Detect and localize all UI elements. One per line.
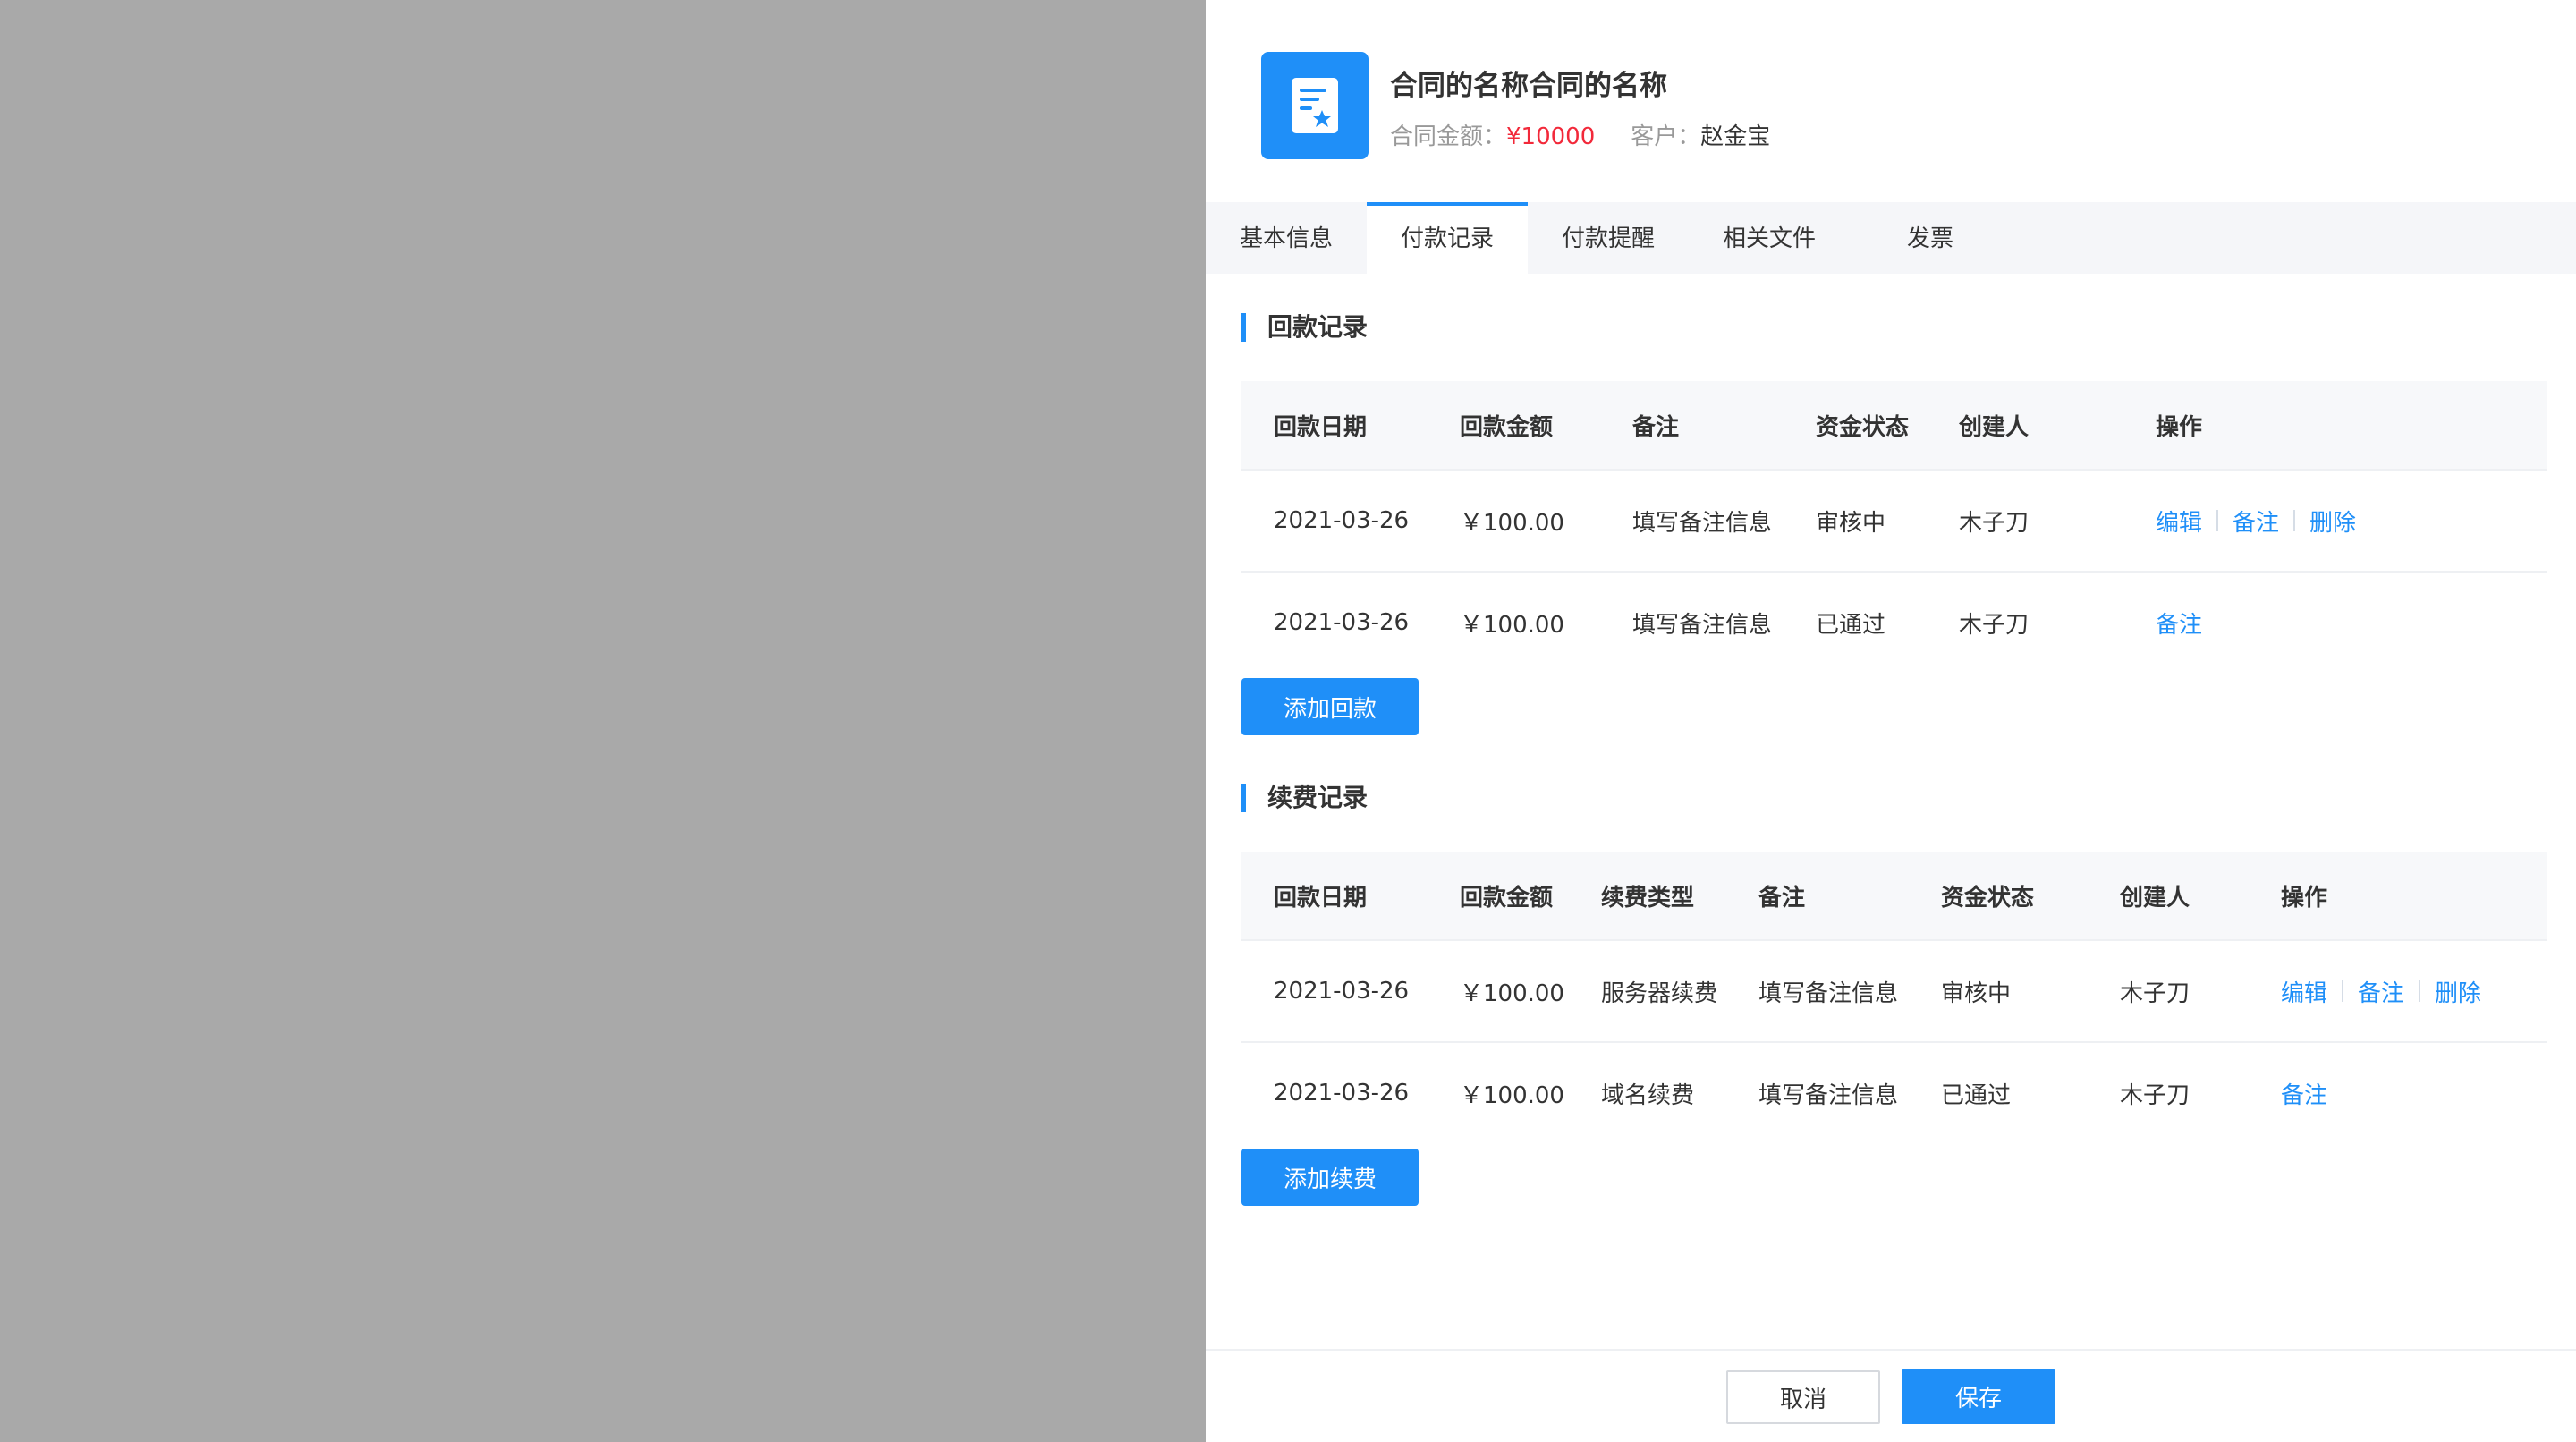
renewal-section-title: 续费记录 xyxy=(1241,784,1368,812)
table-header: 回款日期 回款金额 备注 资金状态 创建人 操作 xyxy=(1241,381,2547,469)
creator-cell: 木子刀 xyxy=(2120,980,2190,1007)
note-link[interactable]: 备注 xyxy=(2358,975,2404,1008)
table-row: 2021-03-26 ￥100.00 填写备注信息 审核中 木子刀 编辑 备注 删除 xyxy=(1241,469,2547,571)
add-payment-button[interactable]: 添加回款 xyxy=(1241,678,1419,735)
column-header: 回款金额 xyxy=(1460,884,1554,912)
note-cell: 填写备注信息 xyxy=(1758,980,1899,1007)
table-row: 2021-03-26 ￥100.00 填写备注信息 已通过 木子刀 备注 xyxy=(1241,571,2547,673)
tab-payment-reminders[interactable]: 付款提醒 xyxy=(1528,202,1689,274)
payment-section-title: 回款记录 xyxy=(1241,313,1368,342)
divider xyxy=(2293,510,2296,531)
contract-document-icon xyxy=(1261,52,1368,159)
note-link[interactable]: 备注 xyxy=(2233,505,2279,538)
amount-label: 合同金额： xyxy=(1390,123,1507,150)
note-link[interactable]: 备注 xyxy=(2281,1077,2327,1110)
type-cell: 服务器续费 xyxy=(1601,980,1718,1007)
status-cell: 审核中 xyxy=(1816,509,1886,537)
renewal-table: 回款日期 回款金额 续费类型 备注 资金状态 创建人 操作 2021-03-26… xyxy=(1241,852,2547,1143)
type-cell: 域名续费 xyxy=(1601,1082,1695,1109)
actions-cell: 备注 xyxy=(2281,1043,2327,1143)
column-header: 回款金额 xyxy=(1460,413,1554,441)
tab-invoice[interactable]: 发票 xyxy=(1850,202,2011,274)
column-header: 备注 xyxy=(1632,413,1680,441)
tab-related-files[interactable]: 相关文件 xyxy=(1689,202,1850,274)
amount-cell: ￥100.00 xyxy=(1460,611,1564,639)
delete-link[interactable]: 删除 xyxy=(2435,975,2481,1008)
customer-label: 客户： xyxy=(1631,123,1701,150)
column-header: 操作 xyxy=(2281,884,2328,912)
table-header: 回款日期 回款金额 续费类型 备注 资金状态 创建人 操作 xyxy=(1241,852,2547,939)
tab-payment-records[interactable]: 付款记录 xyxy=(1367,202,1528,274)
column-header: 创建人 xyxy=(2120,884,2190,912)
creator-cell: 木子刀 xyxy=(2120,1082,2190,1109)
column-header: 创建人 xyxy=(1959,413,2029,441)
column-header: 续费类型 xyxy=(1601,884,1695,912)
add-renewal-button[interactable]: 添加续费 xyxy=(1241,1149,1419,1206)
creator-cell: 木子刀 xyxy=(1959,509,2029,537)
divider xyxy=(2419,980,2421,1002)
contract-drawer: 合同的名称合同的名称 合同金额：¥10000 客户：赵金宝 基本信息 付款记录 付… xyxy=(1206,0,2576,1442)
creator-cell: 木子刀 xyxy=(1959,611,2029,639)
contract-meta: 合同金额：¥10000 客户：赵金宝 xyxy=(1390,118,1770,151)
amount-value: ¥10000 xyxy=(1506,123,1596,150)
customer-value: 赵金宝 xyxy=(1700,123,1771,150)
column-header: 回款日期 xyxy=(1274,884,1368,912)
column-header: 操作 xyxy=(2156,413,2203,441)
actions-cell: 备注 xyxy=(2156,573,2202,673)
contract-title: 合同的名称合同的名称 xyxy=(1390,70,1667,102)
actions-cell: 编辑 备注 删除 xyxy=(2281,941,2481,1041)
divider xyxy=(2342,980,2344,1002)
note-cell: 填写备注信息 xyxy=(1758,1082,1899,1109)
modal-overlay[interactable] xyxy=(0,0,1206,1440)
payment-table: 回款日期 回款金额 备注 资金状态 创建人 操作 2021-03-26 ￥100… xyxy=(1241,381,2547,673)
column-header: 回款日期 xyxy=(1274,413,1368,441)
table-row: 2021-03-26 ￥100.00 服务器续费 填写备注信息 审核中 木子刀 … xyxy=(1241,939,2547,1041)
column-header: 资金状态 xyxy=(1941,884,2035,912)
table-row: 2021-03-26 ￥100.00 域名续费 填写备注信息 已通过 木子刀 备… xyxy=(1241,1041,2547,1143)
status-cell: 已通过 xyxy=(1941,1082,2012,1109)
amount-cell: ￥100.00 xyxy=(1460,1082,1564,1109)
tab-basic-info[interactable]: 基本信息 xyxy=(1206,202,1367,274)
tab-bar: 基本信息 付款记录 付款提醒 相关文件 发票 xyxy=(1206,202,2576,274)
note-link[interactable]: 备注 xyxy=(2156,606,2202,640)
status-cell: 已通过 xyxy=(1816,611,1886,639)
note-cell: 填写备注信息 xyxy=(1632,509,1773,537)
amount-cell: ￥100.00 xyxy=(1460,509,1564,537)
date-cell: 2021-03-26 xyxy=(1274,507,1410,534)
drawer-footer: 取消 保存 xyxy=(1206,1349,2576,1442)
divider xyxy=(2216,510,2219,531)
amount-cell: ￥100.00 xyxy=(1460,980,1564,1007)
actions-cell: 编辑 备注 删除 xyxy=(2156,471,2356,571)
edit-link[interactable]: 编辑 xyxy=(2156,505,2202,538)
edit-link[interactable]: 编辑 xyxy=(2281,975,2327,1008)
note-cell: 填写备注信息 xyxy=(1632,611,1773,639)
delete-link[interactable]: 删除 xyxy=(2309,505,2356,538)
date-cell: 2021-03-26 xyxy=(1274,1080,1410,1107)
column-header: 备注 xyxy=(1758,884,1806,912)
date-cell: 2021-03-26 xyxy=(1274,609,1410,636)
column-header: 资金状态 xyxy=(1816,413,1910,441)
status-cell: 审核中 xyxy=(1941,980,2012,1007)
save-button[interactable]: 保存 xyxy=(1902,1369,2055,1424)
cancel-button[interactable]: 取消 xyxy=(1726,1370,1880,1424)
date-cell: 2021-03-26 xyxy=(1274,978,1410,1005)
